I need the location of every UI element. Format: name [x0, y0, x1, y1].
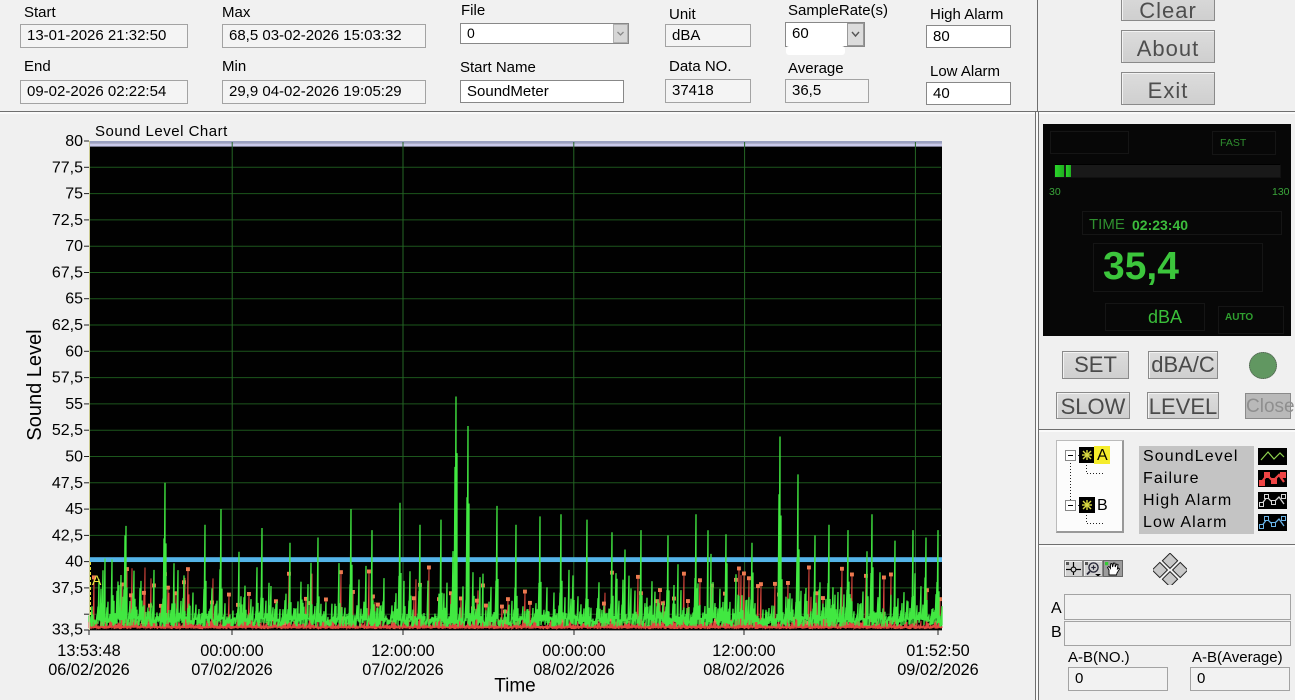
- svg-text:77,5: 77,5: [52, 159, 83, 176]
- svg-text:08/02/2026: 08/02/2026: [703, 661, 785, 679]
- svg-text:50: 50: [65, 449, 83, 466]
- svg-text:72,5: 72,5: [52, 212, 83, 229]
- svg-text:06/02/2026: 06/02/2026: [48, 661, 130, 679]
- svg-text:55: 55: [65, 396, 83, 413]
- svg-text:01:52:50: 01:52:50: [906, 642, 969, 660]
- svg-text:13:53:48: 13:53:48: [57, 642, 120, 660]
- svg-text:70: 70: [65, 238, 83, 255]
- svg-text:00:00:00: 00:00:00: [542, 642, 605, 660]
- svg-text:80: 80: [65, 133, 83, 150]
- svg-text:Sound Level: Sound Level: [24, 329, 46, 440]
- svg-text:42,5: 42,5: [52, 527, 83, 544]
- svg-text:12:00:00: 12:00:00: [712, 642, 775, 660]
- svg-text:40: 40: [65, 554, 83, 571]
- svg-text:47,5: 47,5: [52, 475, 83, 492]
- svg-text:09/02/2026: 09/02/2026: [897, 661, 979, 679]
- svg-text:75: 75: [65, 186, 83, 203]
- svg-text:52,5: 52,5: [52, 422, 83, 439]
- svg-text:Sound Level Chart: Sound Level Chart: [95, 123, 228, 140]
- svg-text:12:00:00: 12:00:00: [371, 642, 434, 660]
- svg-text:07/02/2026: 07/02/2026: [362, 661, 444, 679]
- svg-text:65: 65: [65, 291, 83, 308]
- svg-text:Time: Time: [494, 676, 536, 697]
- svg-text:A: A: [92, 572, 102, 588]
- svg-text:60: 60: [65, 343, 83, 360]
- svg-text:00:00:00: 00:00:00: [200, 642, 263, 660]
- svg-text:57,5: 57,5: [52, 370, 83, 387]
- svg-text:07/02/2026: 07/02/2026: [191, 661, 273, 679]
- svg-text:45: 45: [65, 501, 83, 518]
- svg-text:62,5: 62,5: [52, 317, 83, 334]
- svg-text:67,5: 67,5: [52, 265, 83, 282]
- svg-text:08/02/2026: 08/02/2026: [533, 661, 615, 679]
- svg-text:33,5: 33,5: [52, 622, 83, 639]
- svg-text:37,5: 37,5: [52, 580, 83, 597]
